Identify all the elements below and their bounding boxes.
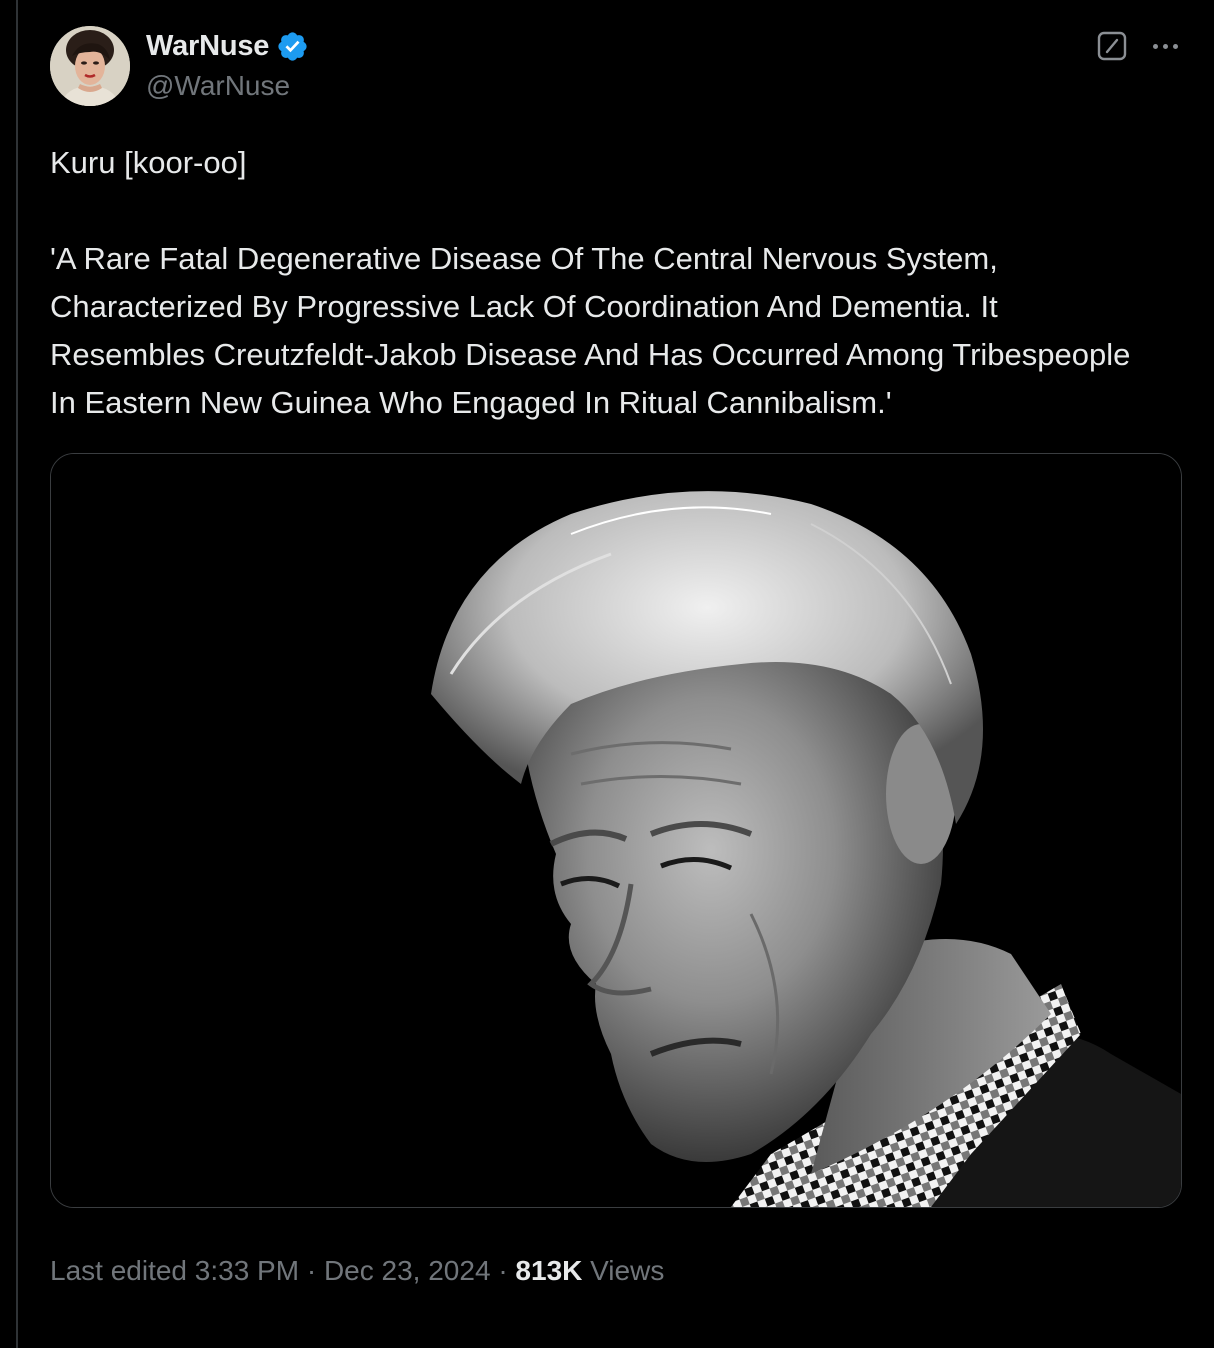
more-dot <box>1172 43 1178 49</box>
tweet-text-body: 'A Rare Fatal Degenerative Disease Of Th… <box>50 241 1131 420</box>
tweet[interactable]: WarNuse @WarNuse Kuru [koor-oo] 'A Rare <box>50 26 1182 1208</box>
views-label: Views <box>590 1255 665 1286</box>
meta-separator: · <box>498 1255 508 1286</box>
tweet-text: Kuru [koor-oo] 'A Rare Fatal Degenerativ… <box>50 139 1140 427</box>
views-count[interactable]: 813K <box>515 1255 582 1286</box>
top-actions <box>1096 30 1182 62</box>
tweet-media-photo[interactable] <box>50 453 1182 1208</box>
photo-portrait <box>51 454 1181 1207</box>
verified-badge-icon[interactable] <box>276 30 309 63</box>
tweet-text-title: Kuru [koor-oo] <box>50 145 247 180</box>
meta-separator: · <box>306 1255 317 1286</box>
more-dot <box>1152 43 1158 49</box>
timeline-divider <box>16 0 18 1348</box>
grok-icon[interactable] <box>1096 30 1128 62</box>
user-info[interactable]: WarNuse @WarNuse <box>146 28 309 102</box>
avatar-portrait <box>50 26 130 106</box>
name-row: WarNuse <box>146 28 309 64</box>
more-options-icon[interactable] <box>1148 41 1182 51</box>
tweet-header: WarNuse @WarNuse <box>50 26 1182 106</box>
edited-label[interactable]: Last edited <box>50 1255 187 1286</box>
tweet-meta: Last edited 3:33 PM · Dec 23, 2024 · 813… <box>50 1255 664 1287</box>
more-dot <box>1162 43 1168 49</box>
avatar[interactable] <box>50 26 130 106</box>
display-name[interactable]: WarNuse <box>146 30 269 63</box>
tweet-date[interactable]: Dec 23, 2024 <box>324 1255 491 1286</box>
user-handle[interactable]: @WarNuse <box>146 70 309 102</box>
tweet-time[interactable]: 3:33 PM <box>195 1255 299 1286</box>
